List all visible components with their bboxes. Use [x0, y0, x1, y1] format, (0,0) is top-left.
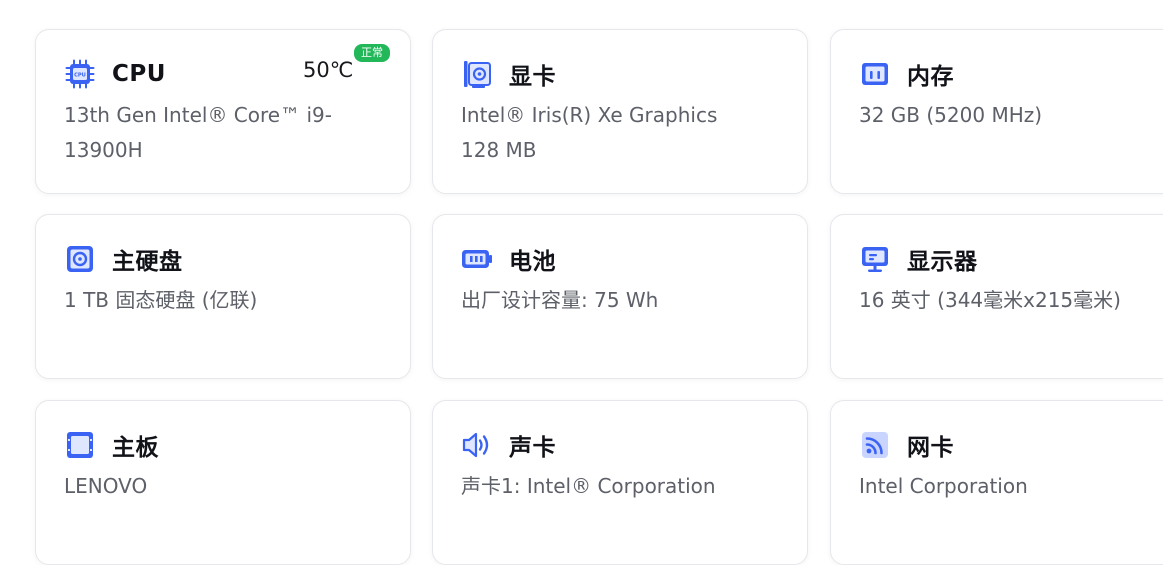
- card-header: 主板: [64, 429, 159, 461]
- card-title: 内存: [907, 64, 954, 90]
- svg-text:CPU: CPU: [74, 72, 86, 78]
- status-badge: 正常: [354, 44, 390, 62]
- card-disk[interactable]: 主硬盘 1 TB 固态硬盘 (亿联): [35, 214, 411, 379]
- card-title: 声卡: [509, 435, 556, 461]
- card-title: CPU: [112, 61, 166, 87]
- card-title: 显卡: [509, 64, 556, 90]
- card-battery[interactable]: 电池 出厂设计容量: 75 Wh: [432, 214, 808, 379]
- card-header: 显卡: [461, 58, 556, 90]
- card-cpu[interactable]: CPU CPU 50℃ 正常 13th Gen Intel® Core™ i9-…: [35, 29, 411, 194]
- card-sound[interactable]: 声卡 声卡1: Intel® Corporation: [432, 400, 808, 565]
- network-icon: [859, 429, 891, 461]
- card-memory[interactable]: 内存 32 GB (5200 MHz): [830, 29, 1163, 194]
- card-value: LENOVO: [64, 474, 148, 498]
- card-value: Intel Corporation: [859, 474, 1028, 498]
- memory-icon: [859, 58, 891, 90]
- card-header: 电池: [461, 243, 556, 275]
- card-header: 网卡: [859, 429, 954, 461]
- cpu-temperature: 50℃: [303, 58, 354, 82]
- card-title: 主板: [112, 435, 159, 461]
- card-header: 显示器: [859, 243, 978, 275]
- monitor-icon: [859, 243, 891, 275]
- cpu-icon: CPU: [64, 58, 96, 90]
- card-value: 出厂设计容量: 75 Wh: [461, 288, 659, 312]
- gpu-icon: [461, 58, 493, 90]
- card-title: 网卡: [907, 435, 954, 461]
- speaker-icon: [461, 429, 493, 461]
- card-network[interactable]: 网卡 Intel Corporation: [830, 400, 1163, 565]
- card-motherboard[interactable]: 主板 LENOVO: [35, 400, 411, 565]
- motherboard-icon: [64, 429, 96, 461]
- card-value: 13th Gen Intel® Core™ i9-13900H: [64, 103, 332, 162]
- card-value: 声卡1: Intel® Corporation: [461, 474, 716, 498]
- card-header: CPU CPU: [64, 58, 166, 90]
- card-gpu[interactable]: 显卡 Intel® Iris(R) Xe Graphics 128 MB: [432, 29, 808, 194]
- card-value: 32 GB (5200 MHz): [859, 103, 1043, 127]
- card-header: 主硬盘: [64, 243, 183, 275]
- card-value: Intel® Iris(R) Xe Graphics 128 MB: [461, 103, 718, 162]
- card-title: 显示器: [907, 249, 978, 275]
- card-value: 1 TB 固态硬盘 (亿联): [64, 288, 258, 312]
- disk-icon: [64, 243, 96, 275]
- card-monitor[interactable]: 显示器 16 英寸 (344毫米x215毫米): [830, 214, 1163, 379]
- card-title: 主硬盘: [112, 249, 183, 275]
- card-value: 16 英寸 (344毫米x215毫米): [859, 288, 1121, 312]
- battery-icon: [461, 243, 493, 275]
- card-header: 声卡: [461, 429, 556, 461]
- card-header: 内存: [859, 58, 954, 90]
- card-title: 电池: [509, 249, 556, 275]
